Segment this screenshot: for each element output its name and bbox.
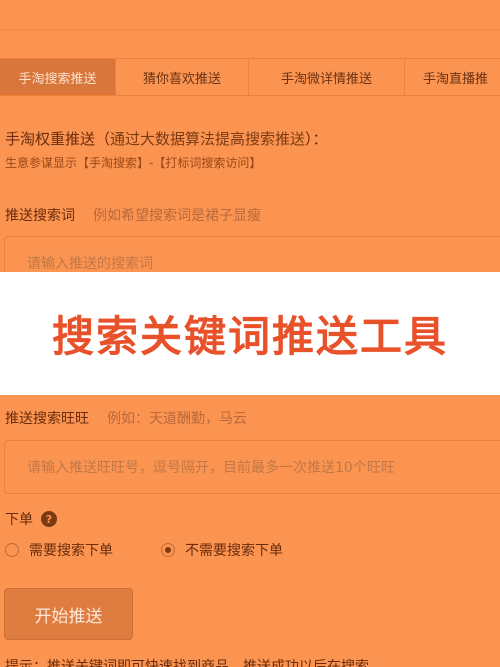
wangwang-input[interactable]: 请输入推送旺旺号，逗号隔开，目前最多一次推送10个旺旺	[4, 440, 500, 494]
weight-title-text: 手淘权重推送（	[5, 130, 111, 148]
order-label: 下单	[5, 512, 33, 528]
radio-label: 需要搜索下单	[29, 543, 113, 559]
keyword-label: 推送搜索词	[5, 208, 75, 224]
question-circle-icon[interactable]: ?	[41, 511, 57, 527]
radio-need-search-order[interactable]: 需要搜索下单	[5, 540, 113, 560]
tab-search-push[interactable]: 手淘搜索推送	[0, 59, 116, 95]
start-push-button[interactable]: 开始推送	[4, 588, 133, 640]
weight-push-title: 手淘权重推送（通过大数据算法提高搜索推送）：	[5, 128, 328, 149]
top-strip	[0, 0, 500, 30]
weight-title-end: ）：	[305, 130, 328, 148]
tab-live[interactable]: 手淘直播推	[405, 59, 500, 95]
weight-push-subtitle: 生意参谋显示【手淘搜索】-【打标词搜索访问】	[5, 156, 262, 170]
tab-guess-you-like[interactable]: 猜你喜欢推送	[116, 59, 249, 95]
radio-label: 不需要搜索下单	[185, 543, 283, 559]
radio-checked-icon[interactable]	[161, 543, 175, 557]
keyword-label-row: 推送搜索词 例如希望搜索词是裙子显瘦	[5, 205, 261, 225]
order-radio-group: 需要搜索下单 不需要搜索下单	[5, 540, 331, 560]
tab-micro-detail[interactable]: 手淘微详情推送	[249, 59, 405, 95]
banner-title: 搜索关键词推送工具	[51, 312, 448, 361]
wangwang-label: 推送搜索旺旺	[5, 411, 89, 427]
keyword-hint: 例如希望搜索词是裙子显瘦	[93, 208, 261, 224]
tab-bar: 手淘搜索推送 猜你喜欢推送 手淘微详情推送 手淘直播推	[0, 58, 500, 96]
order-label-row: 下单 ?	[5, 509, 57, 529]
radio-no-search-order[interactable]: 不需要搜索下单	[161, 540, 283, 560]
bottom-tip: 提示：推送关键词即可快速找到商品，推送成功以后在搜索	[5, 659, 369, 667]
radio-unchecked-icon[interactable]	[5, 543, 19, 557]
title-banner: 搜索关键词推送工具	[0, 272, 500, 395]
wangwang-label-row: 推送搜索旺旺 例如：天道酬勤，马云	[5, 408, 247, 428]
wangwang-hint: 例如：天道酬勤，马云	[107, 411, 247, 427]
weight-title-note: 通过大数据算法提高搜索推送	[110, 130, 306, 148]
